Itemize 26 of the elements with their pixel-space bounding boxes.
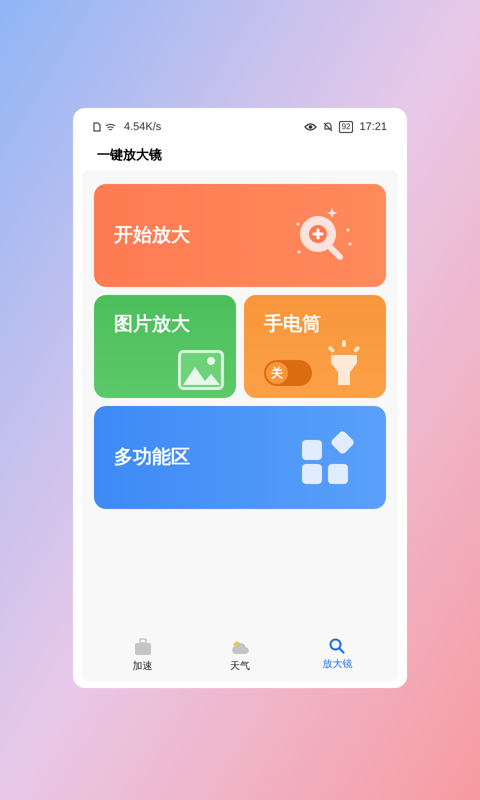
muted-bell-icon xyxy=(322,122,333,132)
toolbox-icon xyxy=(134,638,152,656)
card-title: 多功能区 xyxy=(114,445,190,470)
sim-card-icon xyxy=(93,122,101,132)
toggle-knob: 关 xyxy=(266,362,288,384)
search-icon xyxy=(329,638,346,654)
toggle-switch[interactable]: 关 xyxy=(264,360,312,386)
nav-tab[interactable]: 天气 xyxy=(204,638,275,674)
wifi-icon xyxy=(105,122,116,132)
nav-tab[interactable]: 加速 xyxy=(108,638,178,674)
feature-card[interactable]: 开始放大 xyxy=(94,184,386,287)
card-title: 手电筒 xyxy=(264,312,321,337)
app-title: 一键放大镜 xyxy=(97,147,162,162)
card-title: 开始放大 xyxy=(114,223,190,248)
eye-icon xyxy=(304,123,317,131)
flashlight-icon xyxy=(326,340,362,386)
image-icon xyxy=(178,350,224,390)
card-title: 图片放大 xyxy=(114,313,190,337)
feature-card[interactable]: 手电筒 关 xyxy=(244,295,386,398)
nav-tab[interactable]: 放大镜 xyxy=(302,638,372,674)
network-speed: 4.54K/s xyxy=(124,120,162,135)
clock: 17:21 xyxy=(359,120,387,135)
feature-card[interactable]: 图片放大 xyxy=(94,295,236,398)
app-grid-icon xyxy=(300,430,354,484)
feature-card[interactable]: 多功能区 xyxy=(94,406,386,509)
battery-indicator: 92 xyxy=(338,121,354,133)
